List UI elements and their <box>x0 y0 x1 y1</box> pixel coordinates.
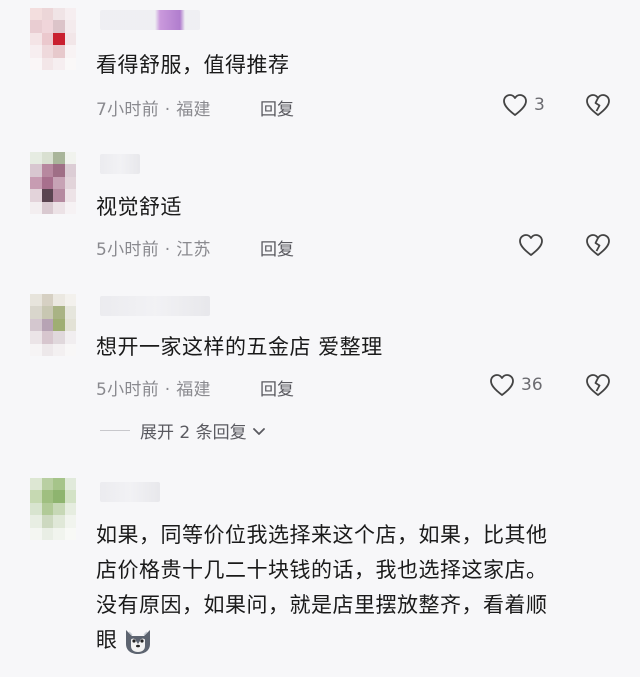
avatar[interactable] <box>30 294 76 356</box>
comment-item: 如果，同等价位我选择来这个店，如果，比其他 店价格贵十几二十块钱的话，我也选择这… <box>0 470 640 677</box>
like-count: 36 <box>521 375 543 395</box>
comment-item: 看得舒服，值得推荐 7小时前 · 福建 回复 3 <box>0 0 640 140</box>
comment-text: 看得舒服，值得推荐 <box>96 53 290 77</box>
heart-outline-icon <box>519 234 543 256</box>
comment-text-line: 没有原因，如果问，就是店里摆放整齐，看着顺 <box>96 593 548 617</box>
meta-separator: · <box>164 380 171 400</box>
avatar[interactable] <box>30 478 76 540</box>
like-button[interactable]: 36 <box>489 373 543 397</box>
broken-heart-icon <box>586 94 610 116</box>
comment-text-last-line: 眼 <box>96 623 610 658</box>
comment-text-line: 眼 <box>96 628 118 652</box>
username-blurred[interactable] <box>100 10 200 30</box>
comment-time: 5小时前 <box>96 380 160 400</box>
comment-location: 福建 <box>176 380 211 400</box>
comment-text: 想开一家这样的五金店 爱整理 <box>96 335 383 359</box>
expand-replies-button[interactable]: 展开 2 条回复 <box>100 418 267 443</box>
comment-text: 如果，同等价位我选择来这个店，如果，比其他 店价格贵十几二十块钱的话，我也选择这… <box>96 518 610 658</box>
avatar[interactable] <box>30 152 76 214</box>
comment-text: 视觉舒适 <box>96 195 182 219</box>
username-blurred[interactable] <box>100 154 140 174</box>
comment-location: 福建 <box>176 100 211 120</box>
comment-time: 7小时前 <box>96 100 160 120</box>
broken-heart-icon <box>586 234 610 256</box>
comment-time: 5小时前 <box>96 240 160 260</box>
reply-button[interactable]: 回复 <box>260 235 294 260</box>
meta-separator: · <box>164 240 171 260</box>
divider-line <box>100 430 130 431</box>
meta-separator: · <box>164 100 171 120</box>
husky-emoji-icon <box>125 629 150 654</box>
comment-text-line: 店价格贵十几二十块钱的话，我也选择这家店。 <box>96 558 548 582</box>
comment-location: 江苏 <box>176 240 211 260</box>
like-button[interactable] <box>518 233 544 257</box>
like-count: 3 <box>534 95 545 115</box>
dislike-button[interactable] <box>585 233 611 261</box>
chevron-down-icon <box>252 427 265 435</box>
reply-button[interactable]: 回复 <box>260 95 294 120</box>
comment-meta: 5小时前 · 福建 <box>96 375 211 400</box>
comment-meta: 5小时前 · 江苏 <box>96 235 211 260</box>
heart-outline-icon <box>503 94 527 116</box>
comment-meta: 7小时前 · 福建 <box>96 95 211 120</box>
avatar[interactable] <box>30 8 76 70</box>
comment-text-line: 如果，同等价位我选择来这个店，如果，比其他 <box>96 523 548 547</box>
reply-button[interactable]: 回复 <box>260 375 294 400</box>
heart-outline-icon <box>490 374 514 396</box>
expand-replies-label: 展开 2 条回复 <box>140 423 247 443</box>
comment-item: 视觉舒适 5小时前 · 江苏 回复 <box>0 140 640 280</box>
like-button[interactable]: 3 <box>502 93 545 117</box>
dislike-button[interactable] <box>585 93 611 121</box>
username-blurred[interactable] <box>100 296 210 316</box>
dislike-button[interactable] <box>585 373 611 401</box>
comment-item: 想开一家这样的五金店 爱整理 5小时前 · 福建 回复 36 <box>0 280 640 460</box>
broken-heart-icon <box>586 374 610 396</box>
username-blurred[interactable] <box>100 482 160 502</box>
